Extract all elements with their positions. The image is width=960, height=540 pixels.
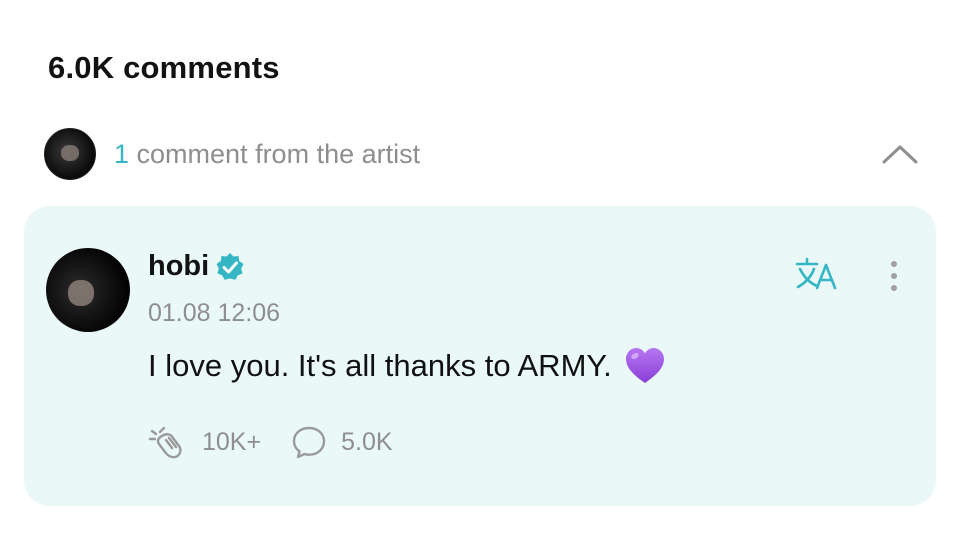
comment-timestamp: 01.08 12:06 bbox=[148, 299, 281, 327]
verified-badge-icon bbox=[216, 252, 244, 280]
comment-text: I love you. It's all thanks to ARMY. bbox=[148, 348, 612, 383]
comment-actions: 10K+ 5.0K bbox=[148, 424, 393, 460]
artist-comment-count: 1 bbox=[114, 138, 130, 169]
comments-count-title: 6.0K comments bbox=[48, 50, 280, 85]
artist-comment-summary: 1 comment from the artist bbox=[114, 139, 420, 170]
artist-comment-card: hobi 01.08 12:06 I love you. It's all th… bbox=[24, 206, 936, 506]
artist-comment-label: comment from the artist bbox=[129, 138, 421, 169]
replies-count: 5.0K bbox=[341, 427, 393, 456]
likes-count: 10K+ bbox=[202, 427, 262, 456]
more-options-button[interactable] bbox=[880, 254, 908, 298]
more-vertical-icon-dot bbox=[891, 273, 897, 279]
more-vertical-icon-dot bbox=[891, 261, 897, 267]
chevron-up-icon[interactable] bbox=[876, 138, 924, 170]
avatar[interactable] bbox=[46, 248, 130, 332]
reply-button[interactable]: 5.0K bbox=[291, 425, 393, 459]
like-button[interactable]: 10K+ bbox=[148, 424, 261, 460]
comment-author-row: hobi bbox=[148, 250, 245, 283]
artist-avatar-small bbox=[44, 128, 96, 180]
purple-heart-emoji bbox=[625, 348, 664, 383]
speech-bubble-icon bbox=[292, 426, 326, 459]
comment-body: I love you. It's all thanks to ARMY. bbox=[148, 346, 666, 386]
artist-comments-toggle[interactable]: 1 comment from the artist bbox=[44, 128, 924, 180]
translate-icon[interactable] bbox=[794, 254, 842, 294]
cheer-icon bbox=[148, 426, 182, 459]
more-vertical-icon-dot bbox=[891, 285, 897, 291]
comment-author-name[interactable]: hobi bbox=[148, 250, 209, 283]
